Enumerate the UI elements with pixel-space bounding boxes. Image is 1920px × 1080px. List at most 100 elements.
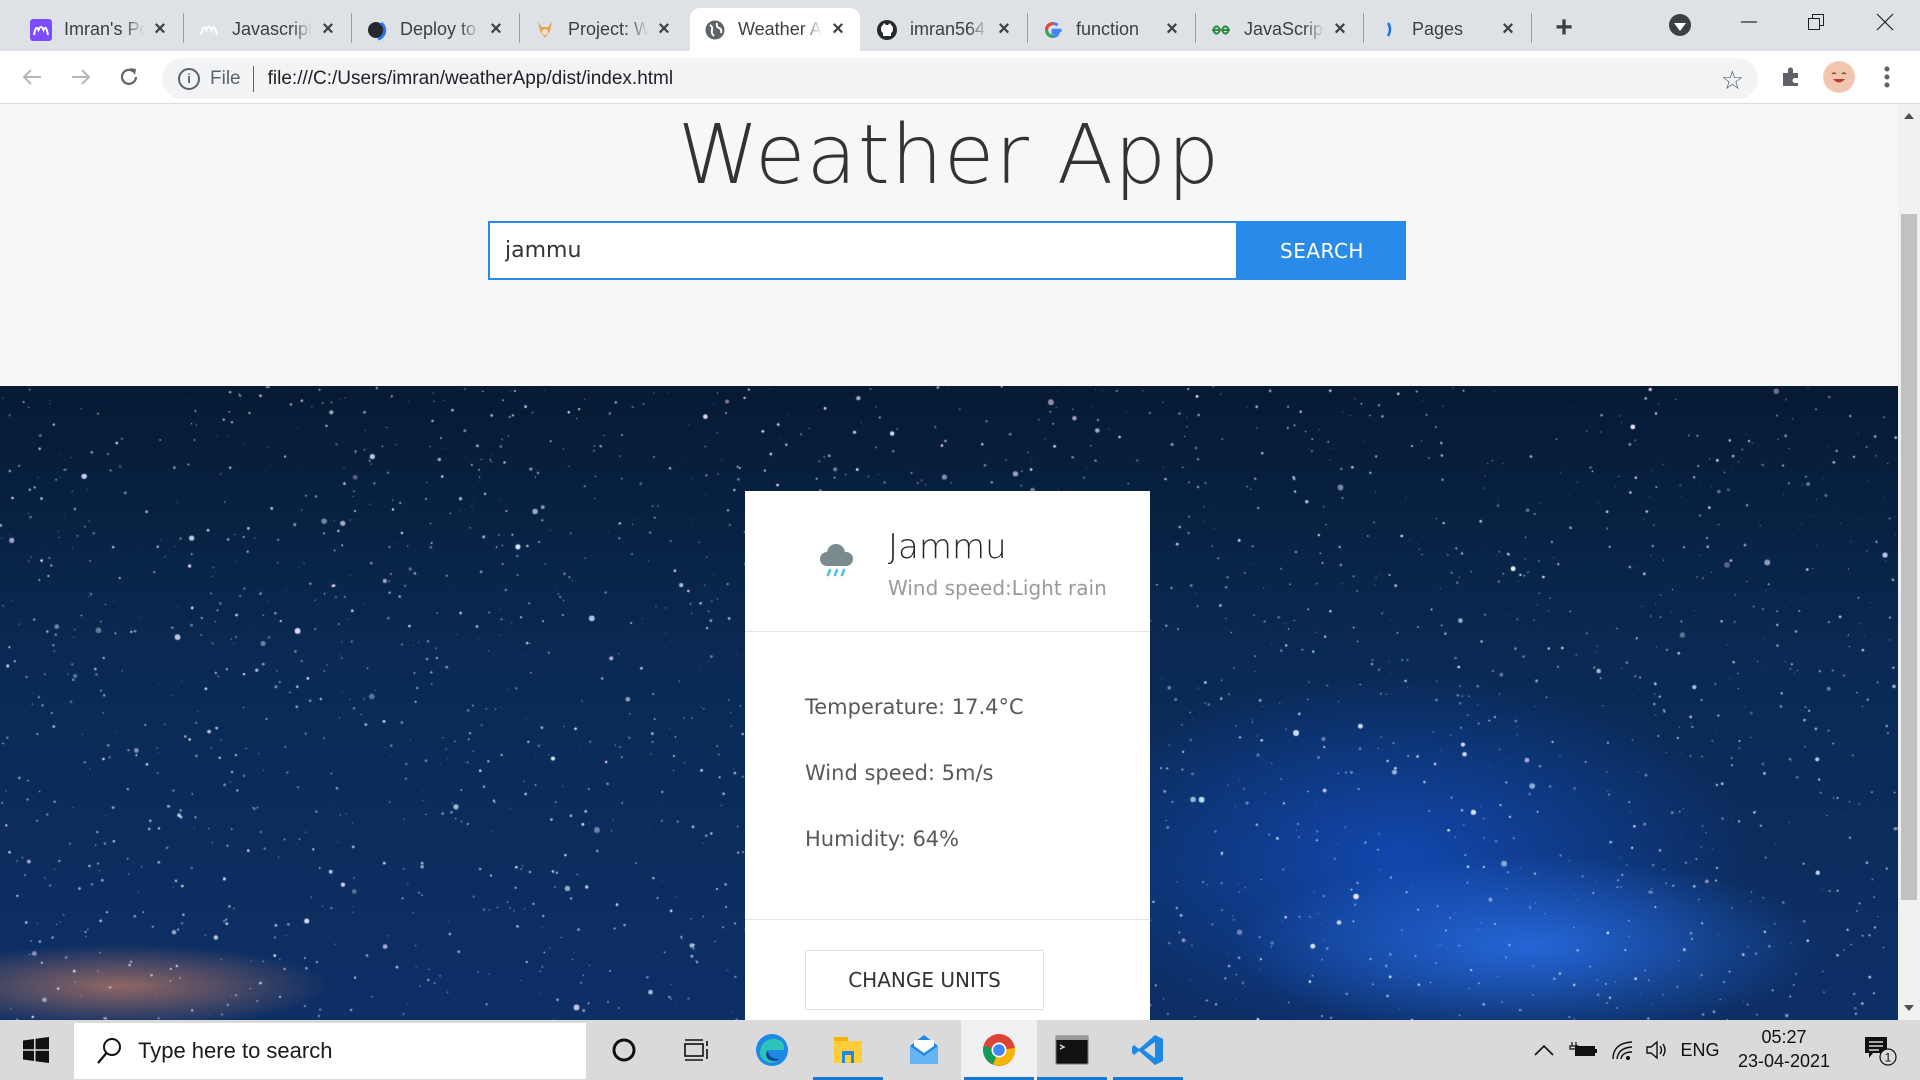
taskbar-edge[interactable] — [734, 1020, 810, 1080]
url-text[interactable]: file:///C:/Users/imran/weatherApp/dist/i… — [268, 68, 674, 90]
github-icon — [876, 19, 898, 41]
tab-search-button[interactable] — [1669, 14, 1691, 36]
input-language-indicator[interactable]: ENG — [1680, 1020, 1720, 1080]
tab-title: Weather App — [738, 19, 822, 39]
close-icon[interactable]: × — [1330, 18, 1350, 40]
scroll-thumb[interactable] — [1901, 214, 1917, 900]
vscode-icon — [1132, 1035, 1163, 1065]
tab-deploy[interactable]: Deploy to × — [352, 8, 518, 51]
close-icon[interactable]: × — [828, 18, 848, 40]
bookmark-star-icon[interactable]: ☆ — [1721, 65, 1744, 96]
extensions-button[interactable] — [1774, 60, 1808, 94]
loading-spinner-icon — [1378, 19, 1400, 41]
portfolio-icon — [30, 18, 52, 41]
file-explorer-icon — [834, 1037, 862, 1063]
change-units-button[interactable]: CHANGE UNITS — [805, 950, 1044, 1010]
tab-title: Project: Weather — [568, 19, 648, 39]
volume-button[interactable] — [1642, 1020, 1674, 1080]
close-icon[interactable]: × — [150, 18, 170, 40]
network-button[interactable] — [1608, 1020, 1636, 1080]
address-bar[interactable]: i File file:///C:/Users/imran/weatherApp… — [162, 58, 1758, 99]
tab-title: Imran's Portfolio — [64, 19, 144, 39]
action-center-button[interactable]: 1 — [1855, 1020, 1905, 1080]
tab-title: Pages — [1412, 19, 1464, 39]
close-icon[interactable]: × — [486, 18, 506, 40]
project-icon — [534, 19, 556, 41]
close-icon[interactable]: × — [654, 18, 674, 40]
taskbar-file-explorer[interactable] — [810, 1020, 886, 1080]
battery-button[interactable] — [1566, 1020, 1600, 1080]
cortana-button[interactable] — [586, 1020, 662, 1080]
info-icon[interactable]: i — [178, 67, 200, 90]
close-icon[interactable]: × — [318, 18, 338, 40]
tab-pages[interactable]: Pages × — [1364, 8, 1530, 51]
search-form: SEARCH — [488, 221, 1406, 280]
close-icon[interactable]: × — [994, 18, 1014, 40]
tab-weather-app[interactable]: Weather App × — [690, 8, 860, 51]
profile-avatar[interactable] — [1822, 60, 1856, 94]
cortana-icon — [612, 1038, 636, 1062]
puzzle-icon — [1783, 67, 1798, 86]
geeksforgeeks-icon — [1210, 19, 1232, 41]
scroll-up-arrow-icon[interactable] — [1898, 106, 1920, 126]
task-view-button[interactable] — [658, 1020, 734, 1080]
taskbar-vscode[interactable] — [1110, 1020, 1186, 1080]
taskbar-terminal[interactable] — [1034, 1020, 1110, 1080]
tab-title: imran564 — [910, 19, 986, 39]
weather-card-header: Jammu Wind speed:Light rain — [745, 491, 1150, 632]
new-tab-button[interactable]: + — [1548, 11, 1580, 44]
wifi-icon — [1612, 1041, 1633, 1060]
back-button[interactable] — [15, 60, 49, 94]
volume-icon — [1646, 1040, 1666, 1060]
rain-cloud-icon — [820, 544, 853, 577]
restore-icon — [1808, 14, 1824, 30]
tab-github[interactable]: imran564 × — [862, 8, 1026, 51]
minimize-icon — [1741, 21, 1757, 23]
google-icon — [1042, 19, 1064, 41]
reload-button[interactable] — [112, 60, 146, 94]
tab-google-search[interactable]: function × — [1028, 8, 1194, 51]
tab-geeksforgeeks[interactable]: JavaScript × — [1196, 8, 1362, 51]
chrome-menu-button[interactable] — [1870, 60, 1904, 94]
city-name: Jammu — [888, 527, 1007, 567]
tab-javascript[interactable]: Javascript × — [184, 8, 350, 51]
chrome-icon — [983, 1034, 1016, 1066]
show-hidden-icons-button[interactable] — [1530, 1020, 1558, 1080]
tab-project[interactable]: Project: Weather × — [520, 8, 686, 51]
mail-icon — [910, 1035, 938, 1064]
page-scrollbar[interactable] — [1898, 104, 1920, 1020]
globe-icon — [704, 19, 726, 41]
minimize-button[interactable] — [1714, 0, 1784, 44]
system-clock[interactable]: 05:27 23-04-2021 — [1724, 1025, 1844, 1073]
windows-taskbar: Type here to search ENG 05:27 23-04-2021 — [0, 1020, 1920, 1080]
more-vertical-icon — [1884, 66, 1890, 88]
humidity-stat: Humidity: 64% — [805, 827, 960, 851]
github-pages-icon — [366, 19, 388, 41]
chevron-up-icon — [1534, 1044, 1554, 1056]
browser-toolbar: i File file:///C:/Users/imran/weatherApp… — [0, 51, 1920, 104]
taskbar-mail[interactable] — [886, 1020, 962, 1080]
notification-count: 1 — [1885, 1051, 1892, 1065]
weather-description: Wind speed:Light rain — [888, 576, 1107, 600]
tab-title: function — [1076, 19, 1140, 39]
city-search-input[interactable] — [488, 221, 1238, 280]
taskbar-chrome[interactable] — [961, 1020, 1037, 1080]
tab-title: Javascript — [232, 19, 312, 39]
tab-portfolio[interactable]: Imran's Portfolio × — [16, 8, 182, 51]
clock-date: 23-04-2021 — [1737, 1051, 1831, 1071]
temperature-stat: Temperature: 17.4°C — [805, 695, 1024, 719]
tab-separator — [1531, 13, 1532, 43]
close-icon[interactable]: × — [1498, 18, 1518, 40]
taskbar-search-box[interactable]: Type here to search — [74, 1023, 586, 1079]
close-window-button[interactable] — [1850, 0, 1920, 44]
start-button[interactable] — [0, 1020, 72, 1080]
restore-button[interactable] — [1781, 0, 1851, 44]
scroll-down-arrow-icon[interactable] — [1898, 998, 1920, 1018]
weather-card: Jammu Wind speed:Light rain Temperature:… — [745, 491, 1150, 1020]
weather-stats: Temperature: 17.4°C Wind speed: 5m/s Hum… — [745, 632, 1150, 920]
reload-icon — [120, 68, 138, 85]
clock-time: 05:27 — [1761, 1027, 1807, 1047]
search-button[interactable]: SEARCH — [1238, 221, 1406, 280]
forward-button[interactable] — [64, 60, 98, 94]
close-icon[interactable]: × — [1162, 18, 1182, 40]
